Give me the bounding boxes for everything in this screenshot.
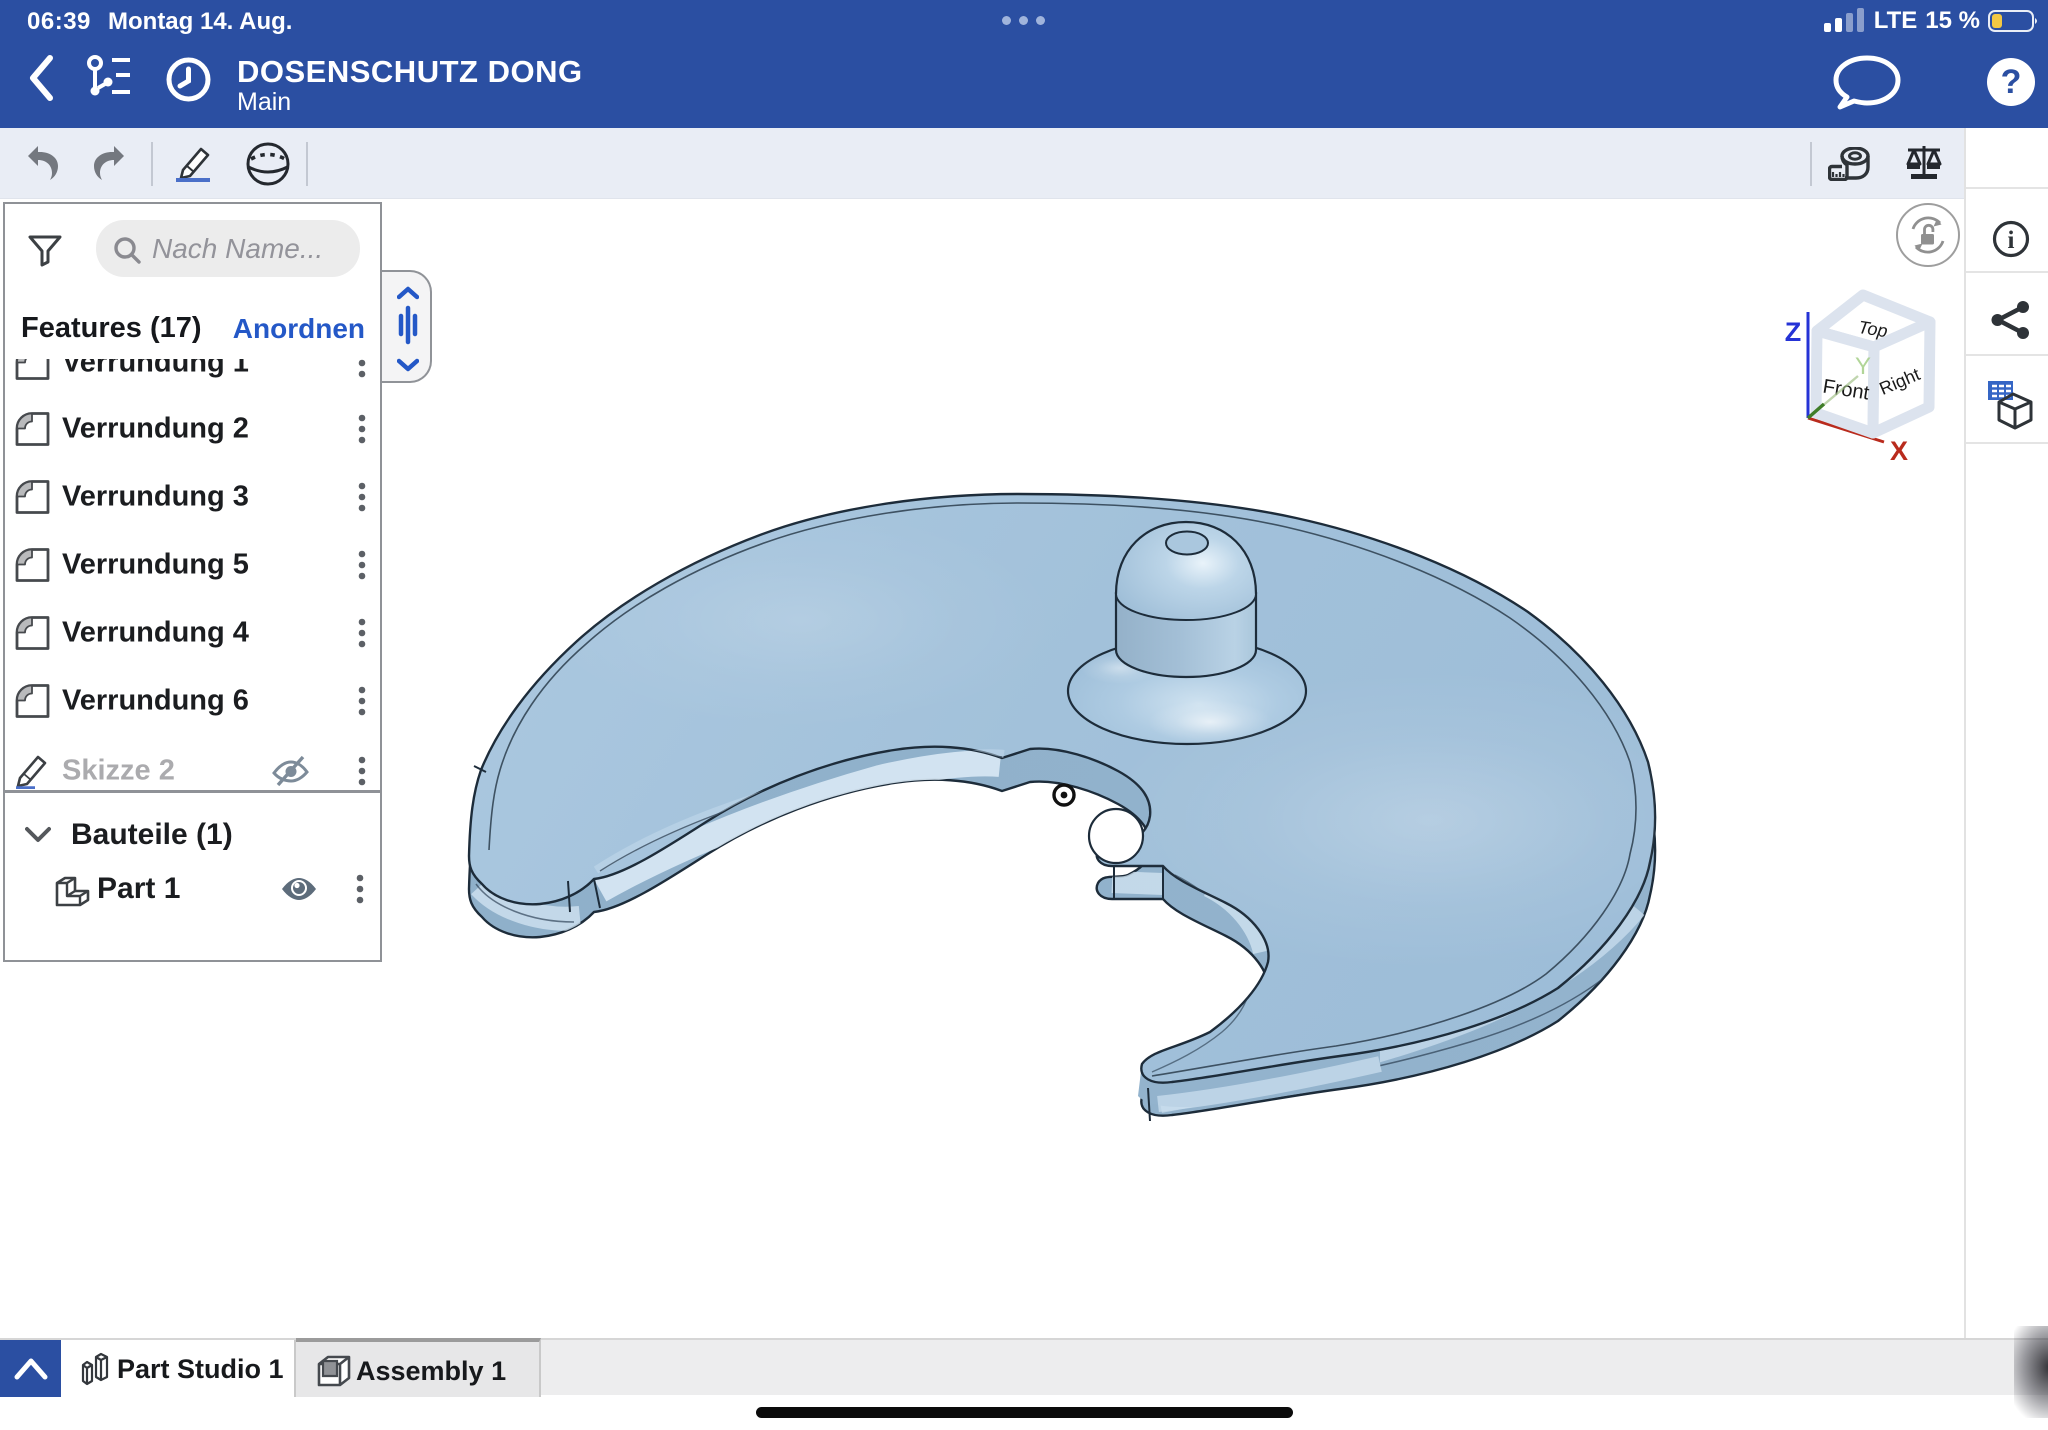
svg-text:X: X	[1890, 436, 1908, 466]
svg-text:i: i	[2008, 227, 2015, 254]
svg-text:Z: Z	[1785, 317, 1802, 347]
svg-text:Y: Y	[1855, 353, 1871, 380]
